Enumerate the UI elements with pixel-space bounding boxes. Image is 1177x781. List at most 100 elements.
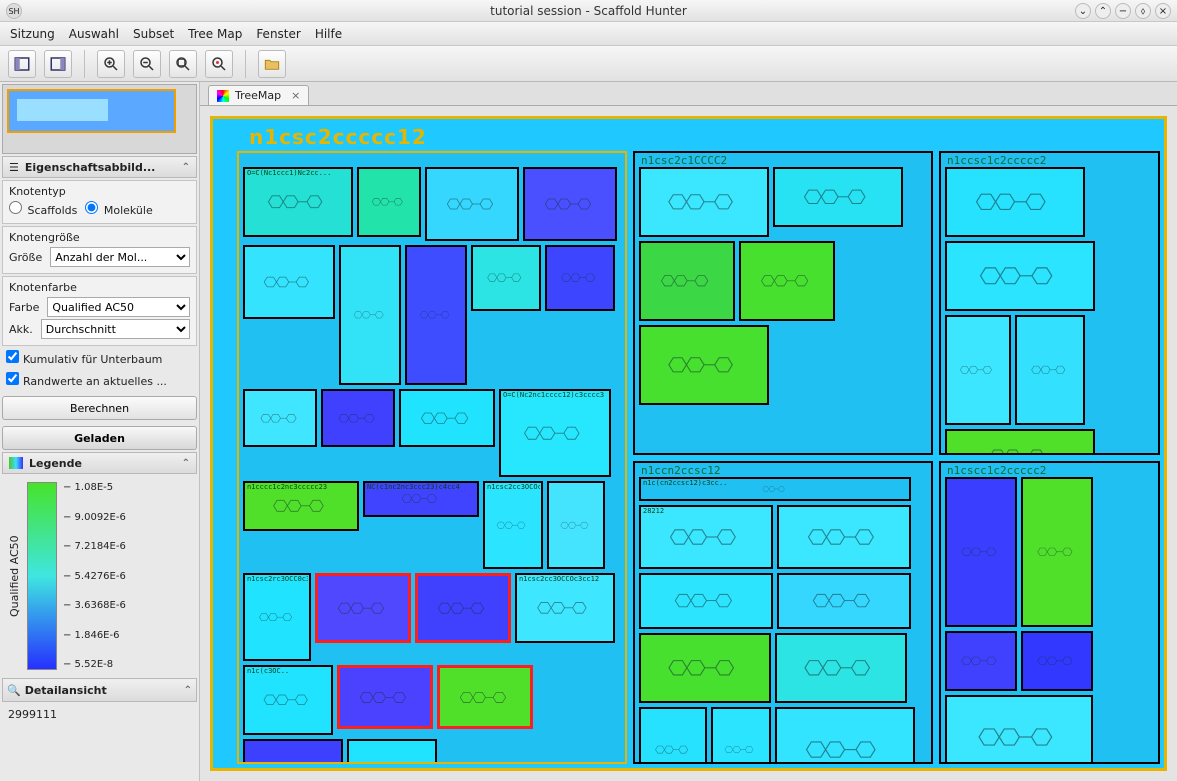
treemap-cell[interactable]: O=C(Nc1ccc1)Nc2cc... bbox=[243, 167, 353, 237]
legend-tick: − 1.08E-5 bbox=[63, 482, 126, 493]
menu-hilfe[interactable]: Hilfe bbox=[315, 27, 342, 41]
menu-sitzung[interactable]: Sitzung bbox=[10, 27, 55, 41]
treemap-cell[interactable] bbox=[945, 315, 1011, 425]
window-roll-up-icon[interactable]: ⌃ bbox=[1095, 3, 1111, 19]
groesse-select[interactable]: Anzahl der Mol... bbox=[50, 247, 190, 267]
treemap-cell[interactable]: n1csc2cc3OCCOc3cc12 bbox=[515, 573, 615, 643]
treemap-cell[interactable] bbox=[639, 325, 769, 405]
cell-label: n1csc2rc3OCC0c3ccc12 bbox=[247, 575, 308, 583]
menu-subset[interactable]: Subset bbox=[133, 27, 174, 41]
list-icon: ☰ bbox=[9, 161, 19, 174]
treemap-cell[interactable] bbox=[415, 573, 511, 643]
treemap-icon bbox=[217, 90, 229, 102]
legend-tick: − 9.0092E-6 bbox=[63, 512, 126, 523]
treemap-cell[interactable] bbox=[945, 631, 1017, 691]
treemap-cell[interactable] bbox=[945, 167, 1085, 237]
chevron-up-icon[interactable]: ⌃ bbox=[182, 458, 190, 469]
treemap-cell[interactable] bbox=[243, 739, 343, 764]
treemap-cell[interactable] bbox=[357, 167, 421, 237]
treemap-cell[interactable] bbox=[945, 241, 1095, 311]
chevron-up-icon[interactable]: ⌃ bbox=[184, 685, 192, 696]
treemap-region[interactable]: O=C(Nc1ccc1)Nc2cc... O=C(Nc2nc1cccc12)c3c… bbox=[237, 151, 627, 764]
minimap[interactable] bbox=[2, 84, 197, 154]
farbe-select[interactable]: Qualified AC50 bbox=[47, 297, 190, 317]
treemap-cell[interactable] bbox=[739, 241, 835, 321]
zoom-in-icon[interactable] bbox=[97, 50, 125, 78]
treemap-cell[interactable] bbox=[775, 707, 915, 765]
treemap-cell[interactable] bbox=[777, 505, 911, 569]
treemap-cell[interactable] bbox=[315, 573, 411, 643]
open-folder-icon[interactable] bbox=[258, 50, 286, 78]
geladen-button[interactable]: Geladen bbox=[2, 426, 197, 450]
treemap-cell[interactable] bbox=[775, 633, 907, 703]
treemap-cell[interactable] bbox=[399, 389, 495, 447]
treemap-cell[interactable]: n1csc2rc3OCC0c3ccc12 bbox=[243, 573, 311, 661]
treemap-cell[interactable] bbox=[711, 707, 771, 765]
zoom-out-icon[interactable] bbox=[133, 50, 161, 78]
check-randwerte[interactable]: Randwerte an aktuelles ... bbox=[6, 372, 167, 388]
menu-fenster[interactable]: Fenster bbox=[256, 27, 301, 41]
treemap-cell[interactable] bbox=[1021, 477, 1093, 627]
akk-select[interactable]: Durchschnitt bbox=[41, 319, 190, 339]
treemap-cell[interactable] bbox=[945, 429, 1095, 455]
treemap-cell[interactable]: n1cccc1c2nc3ccccc23 bbox=[243, 481, 359, 531]
tab-treemap[interactable]: TreeMap × bbox=[208, 85, 309, 105]
window-minimize-icon[interactable]: − bbox=[1115, 3, 1131, 19]
treemap-cell[interactable] bbox=[425, 167, 519, 241]
treemap-cell[interactable] bbox=[639, 707, 707, 765]
treemap-cell[interactable] bbox=[777, 573, 911, 629]
treemap-cell[interactable]: n1c(c3OC.. bbox=[243, 665, 333, 735]
zoom-fit-icon[interactable] bbox=[169, 50, 197, 78]
treemap-cell[interactable]: NC(c1nc2nc3ccc23)c4cc4 bbox=[363, 481, 479, 517]
treemap-cell[interactable] bbox=[1021, 631, 1093, 691]
mapping-panel-header[interactable]: ☰ Eigenschaftsabbild... ⌃ bbox=[2, 156, 197, 178]
window-roll-down-icon[interactable]: ⌄ bbox=[1075, 3, 1091, 19]
menu-tree map[interactable]: Tree Map bbox=[188, 27, 242, 41]
treemap-cell[interactable] bbox=[639, 573, 773, 629]
treemap-cell[interactable] bbox=[347, 739, 437, 764]
radio-molekuele[interactable]: Moleküle bbox=[85, 201, 152, 217]
treemap-cell[interactable] bbox=[639, 633, 771, 703]
treemap-cell[interactable] bbox=[339, 245, 401, 385]
zoom-target-icon[interactable] bbox=[205, 50, 233, 78]
treemap-cell[interactable] bbox=[243, 389, 317, 447]
treemap-cell[interactable] bbox=[405, 245, 467, 385]
panel-left-icon[interactable] bbox=[8, 50, 36, 78]
treemap-cell[interactable] bbox=[471, 245, 541, 311]
chevron-up-icon[interactable]: ⌃ bbox=[182, 162, 190, 173]
detail-panel-header[interactable]: 🔍 Detailansicht ⌃ bbox=[2, 678, 197, 702]
treemap-cell[interactable]: 28212 bbox=[639, 505, 773, 569]
treemap-region[interactable]: n1ccsc1c2ccccc2 bbox=[939, 151, 1160, 455]
treemap-cell[interactable]: O=C(Nc2nc1cccc12)c3cccc3 bbox=[499, 389, 611, 477]
treemap-cell[interactable] bbox=[545, 245, 615, 311]
treemap-cell[interactable] bbox=[639, 241, 735, 321]
treemap-cell[interactable] bbox=[337, 665, 433, 729]
legend-panel-header[interactable]: Legende ⌃ bbox=[2, 452, 197, 474]
radio-scaffolds[interactable]: Scaffolds bbox=[9, 201, 77, 217]
treemap-cell[interactable] bbox=[547, 481, 605, 569]
berechnen-button[interactable]: Berechnen bbox=[2, 396, 197, 420]
panel-right-icon[interactable] bbox=[44, 50, 72, 78]
window-close-icon[interactable]: × bbox=[1155, 3, 1171, 19]
close-icon[interactable]: × bbox=[291, 89, 300, 102]
treemap-region[interactable]: n1csc2c1CCCC2 bbox=[633, 151, 933, 455]
treemap-cell[interactable] bbox=[773, 167, 903, 227]
treemap-cell[interactable] bbox=[639, 167, 769, 237]
treemap-cell[interactable]: n1c(cn2ccsc12)c3cc.. bbox=[639, 477, 911, 501]
treemap-cell[interactable] bbox=[945, 695, 1093, 765]
menu-auswahl[interactable]: Auswahl bbox=[69, 27, 119, 41]
treemap-cell[interactable] bbox=[1015, 315, 1085, 425]
check-kumulativ[interactable]: Kumulativ für Unterbaum bbox=[6, 350, 162, 366]
treemap-cell[interactable] bbox=[243, 245, 335, 319]
treemap-region[interactable]: n1ccn2ccsc12n1c(cn2ccsc12)c3cc..28212 bbox=[633, 461, 933, 765]
treemap-root[interactable]: n1csc2ccccc12 O=C(Nc1ccc1)Nc2cc...O=C(Nc… bbox=[210, 116, 1167, 771]
treemap-cell[interactable] bbox=[437, 665, 533, 729]
treemap-cell[interactable] bbox=[321, 389, 395, 447]
treemap-cell[interactable] bbox=[523, 167, 617, 241]
window-maximize-icon[interactable]: ⬨ bbox=[1135, 3, 1151, 19]
treemap-cell[interactable]: n1csc2cc3OCOc3cc12 bbox=[483, 481, 543, 569]
treemap-region[interactable]: n1cscc1c2ccccc2 bbox=[939, 461, 1160, 765]
treemap-cell[interactable] bbox=[945, 477, 1017, 627]
window-titlebar: SH tutorial session - Scaffold Hunter ⌄ … bbox=[0, 0, 1177, 22]
sidebar: ☰ Eigenschaftsabbild... ⌃ Knotentyp Scaf… bbox=[0, 82, 200, 781]
